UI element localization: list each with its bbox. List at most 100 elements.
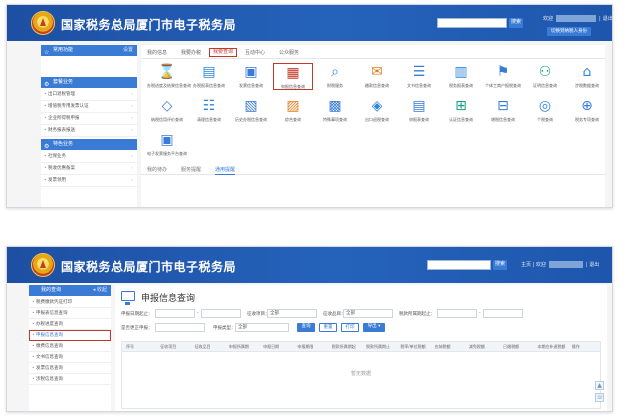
tab-query[interactable]: 我要查询 xyxy=(209,48,238,57)
print-button[interactable]: 打印 xyxy=(341,323,359,332)
date-end-input[interactable] xyxy=(201,309,241,318)
query-tile[interactable]: ▩ 特殊事项查询 xyxy=(315,97,355,122)
query-tile-icon: ⌂ xyxy=(582,64,592,80)
query-tile-icon: ⌛ xyxy=(158,64,176,80)
query-tile[interactable]: ⌕ 财税服务 xyxy=(315,63,355,88)
query-tile[interactable]: ⊟ 增税信息查询 xyxy=(483,97,523,122)
up-arrow-icon[interactable]: ▲ xyxy=(595,381,604,390)
query-tile[interactable]: ▧ 历史办税信息查询 xyxy=(231,97,271,122)
query-tile-label: 缴款信息查询 xyxy=(365,83,389,88)
tab-public-service[interactable]: 公众服务 xyxy=(279,49,299,56)
sidebar-item[interactable]: 出口退税管理› xyxy=(41,89,137,101)
sidebar-item[interactable]: 税收优惠备案› xyxy=(41,163,137,175)
exit-link[interactable]: 退出 xyxy=(603,16,612,22)
query-tile[interactable]: ✉ 缴款信息查询 xyxy=(357,63,397,88)
sidebar-head-common[interactable]: ☆ 常用功能 设置 xyxy=(41,45,137,56)
query-tile-label: 个体工商户报税查询 xyxy=(485,83,521,88)
welcome-text: 欢迎 xyxy=(535,262,546,268)
date-start-input[interactable] xyxy=(155,309,195,318)
sidebar-head-my-query[interactable]: 我的查询 ◂ 收起 xyxy=(29,285,111,296)
query-tile[interactable]: ☷ 清理信息查询 xyxy=(189,97,229,122)
tab-todo[interactable]: 我的待办 xyxy=(147,166,167,173)
welcome-text: 欢迎 xyxy=(543,16,554,22)
table-column-header: 本期应补退税额 xyxy=(537,344,566,349)
collapse-link[interactable]: ◂ 收起 xyxy=(93,285,107,296)
user-name-blurred xyxy=(556,15,597,22)
query-tile[interactable]: ⚑ 个体工商户报税查询 xyxy=(483,63,523,88)
portal-header: 国家税务总局厦门市电子税务局 搜索 欢迎 | 退出 切换到纳税人身份 xyxy=(7,5,612,41)
sidebar-item[interactable]: 办税进度查询 xyxy=(29,319,111,330)
query-tile-label: 涉税数据查询 xyxy=(575,83,599,88)
sidebar-item[interactable]: 社保业务› xyxy=(41,151,137,163)
main-content: 申报信息查询 申报日期起止： - 征收项目： 全部 征收品目： 全部 税款所属期… xyxy=(115,285,607,411)
query-tile-icon: ▤ xyxy=(202,64,216,80)
query-tile-icon: ▩ xyxy=(328,98,342,114)
query-tile[interactable]: ▣ 发票信息查询 xyxy=(231,63,271,88)
sidebar-item[interactable]: 涉税信息查询 xyxy=(29,374,111,385)
sidebar-item[interactable]: 缴费信息查询 xyxy=(29,341,111,352)
sidebar-head-package[interactable]: ⚙ 套餐业务 xyxy=(41,77,137,88)
query-tile-icon: ◈ xyxy=(371,98,383,114)
table-column-header: 已缴税额 xyxy=(503,344,520,349)
search-input[interactable] xyxy=(427,260,491,270)
sidebar-item[interactable]: 申报表信息查询 xyxy=(29,308,111,319)
sidebar-item[interactable]: 发票信息查询 xyxy=(29,363,111,374)
period-end-input[interactable] xyxy=(483,309,523,318)
query-tile[interactable]: ▣ 电子发票服务平台查询 xyxy=(147,131,187,156)
reset-button[interactable]: 重置 xyxy=(319,323,337,332)
query-tile[interactable]: ◎ 个税查询 xyxy=(525,97,565,122)
table-column-header: 税率/单位税额 xyxy=(400,344,426,349)
search-input[interactable] xyxy=(437,18,507,28)
query-tile-label: 证明信息查询 xyxy=(533,83,557,88)
query-tile-label: 出口退税查询 xyxy=(365,117,389,122)
tab-interaction[interactable]: 互动中心 xyxy=(245,49,265,56)
sidebar-item[interactable]: 申报信息查询 xyxy=(29,330,111,341)
chevron-right-icon: › xyxy=(131,104,133,109)
query-tile[interactable]: ▦ 申报信息查询 xyxy=(273,63,313,90)
tab-my-info[interactable]: 我的信息 xyxy=(147,49,167,56)
sidebar-head-special[interactable]: ⚙ 特色业务 xyxy=(41,139,137,150)
tab-general-reminder[interactable]: 通用提醒 xyxy=(215,166,236,175)
type-label: 申报类型： xyxy=(213,326,236,331)
sidebar-settings-link[interactable]: 设置 xyxy=(123,45,133,56)
query-tile[interactable]: ⊕ 税务专项查询 xyxy=(567,97,607,122)
search-button[interactable]: 搜索 xyxy=(509,18,523,28)
sidebar-item[interactable]: 文书信息查询 xyxy=(29,352,111,363)
tab-tax-handling[interactable]: 我要办税 xyxy=(181,49,201,56)
sidebar-item[interactable]: 财务报表报送› xyxy=(41,125,137,137)
sidebar-item[interactable]: 企业所得税申报› xyxy=(41,113,137,125)
sidebar-item[interactable]: 税费缴款凭证打印 xyxy=(29,297,111,308)
correction-select[interactable] xyxy=(155,323,205,332)
table-column-header: 税款所属期止 xyxy=(366,344,390,349)
query-tile[interactable]: ⌛ 办税进度及结果信息查询 xyxy=(147,63,191,88)
query-tile-label: 财税服务 xyxy=(327,83,343,88)
query-tile[interactable]: ▤ 办税报表信息查询 xyxy=(189,63,229,88)
query-tile[interactable]: ☰ 文书信息查询 xyxy=(399,63,439,88)
query-button[interactable]: 查询 xyxy=(297,323,315,332)
query-tile[interactable]: ⚇ 证明信息查询 xyxy=(525,63,565,88)
item-select[interactable]: 全部 xyxy=(343,309,393,318)
query-tile[interactable]: ◇ 纳税信用评价查询 xyxy=(147,97,187,122)
sidebar-item[interactable]: 发票领用› xyxy=(41,175,137,187)
exit-link[interactable]: 退出 xyxy=(589,262,599,268)
query-tile-label: 申报表查询 xyxy=(409,117,429,122)
period-start-input[interactable] xyxy=(437,309,477,318)
sidebar-item[interactable]: 增值税专用发票认证› xyxy=(41,101,137,113)
export-button[interactable]: 导出 ▾ xyxy=(363,323,385,332)
tab-service-reminder[interactable]: 服务提醒 xyxy=(181,166,201,173)
table-header: 序号 征收项目 征收品目 申报所属期 申报日期 申报期限 税款所属期起 税款所属期止 税率/单位… xyxy=(122,342,600,352)
search-button[interactable]: 搜索 xyxy=(493,260,507,270)
home-link[interactable]: 主页 xyxy=(521,262,531,268)
query-tile[interactable]: ⌂ 涉税数据查询 xyxy=(567,63,607,88)
switch-identity-button[interactable]: 切换到纳税人身份 xyxy=(547,27,591,36)
query-tile-label: 综合查询 xyxy=(285,117,301,122)
star-icon: ☆ xyxy=(44,49,50,56)
query-tile[interactable]: ▥ 税务报表查询 xyxy=(441,63,481,88)
query-tile[interactable]: ◈ 出口退税查询 xyxy=(357,97,397,122)
query-tile[interactable]: ▤ 申报表查询 xyxy=(399,97,439,122)
type-select[interactable]: 全部 xyxy=(235,323,289,332)
query-tile[interactable]: ▨ 综合查询 xyxy=(273,97,313,122)
service-icon[interactable]: ☏ xyxy=(595,393,604,402)
query-tile[interactable]: ⊞ 认证信息查询 xyxy=(441,97,481,122)
tax-select[interactable]: 全部 xyxy=(267,309,317,318)
